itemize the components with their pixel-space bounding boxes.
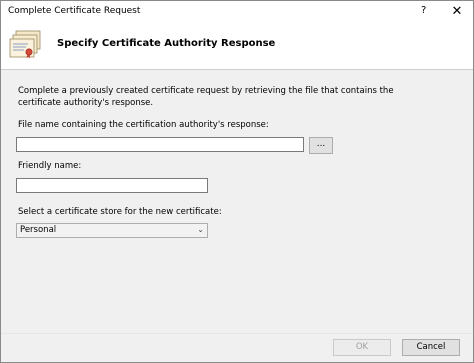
page-title: Specify Certificate Authority Response (57, 38, 276, 49)
instructions-text: Complete a previously created certificat… (18, 86, 394, 108)
certificate-store-label: Select a certificate store for the new c… (18, 207, 222, 217)
certificate-icon (9, 30, 41, 59)
window-title: Complete Certificate Request (8, 6, 141, 16)
close-button[interactable]: ✕ (441, 1, 473, 23)
file-name-input[interactable] (16, 137, 304, 152)
title-bar: Complete Certificate Request ? ✕ (1, 1, 473, 23)
footer-divider (1, 333, 473, 334)
wizard-header: Specify Certificate Authority Response (1, 23, 473, 70)
ok-button[interactable]: OK (333, 339, 391, 356)
dialog-window: Complete Certificate Request ? ✕ Specify… (0, 0, 474, 363)
cancel-button[interactable]: Cancel (402, 339, 460, 356)
help-button[interactable]: ? (421, 5, 426, 16)
certificate-store-value: Personal (20, 225, 57, 235)
browse-button[interactable]: ... (309, 137, 333, 154)
friendly-name-input[interactable] (16, 178, 208, 193)
file-name-label: File name containing the certification a… (18, 120, 269, 130)
certificate-store-select[interactable]: Personal ⌄ (16, 223, 208, 238)
chevron-down-icon: ⌄ (197, 225, 204, 234)
friendly-name-label: Friendly name: (18, 161, 82, 171)
